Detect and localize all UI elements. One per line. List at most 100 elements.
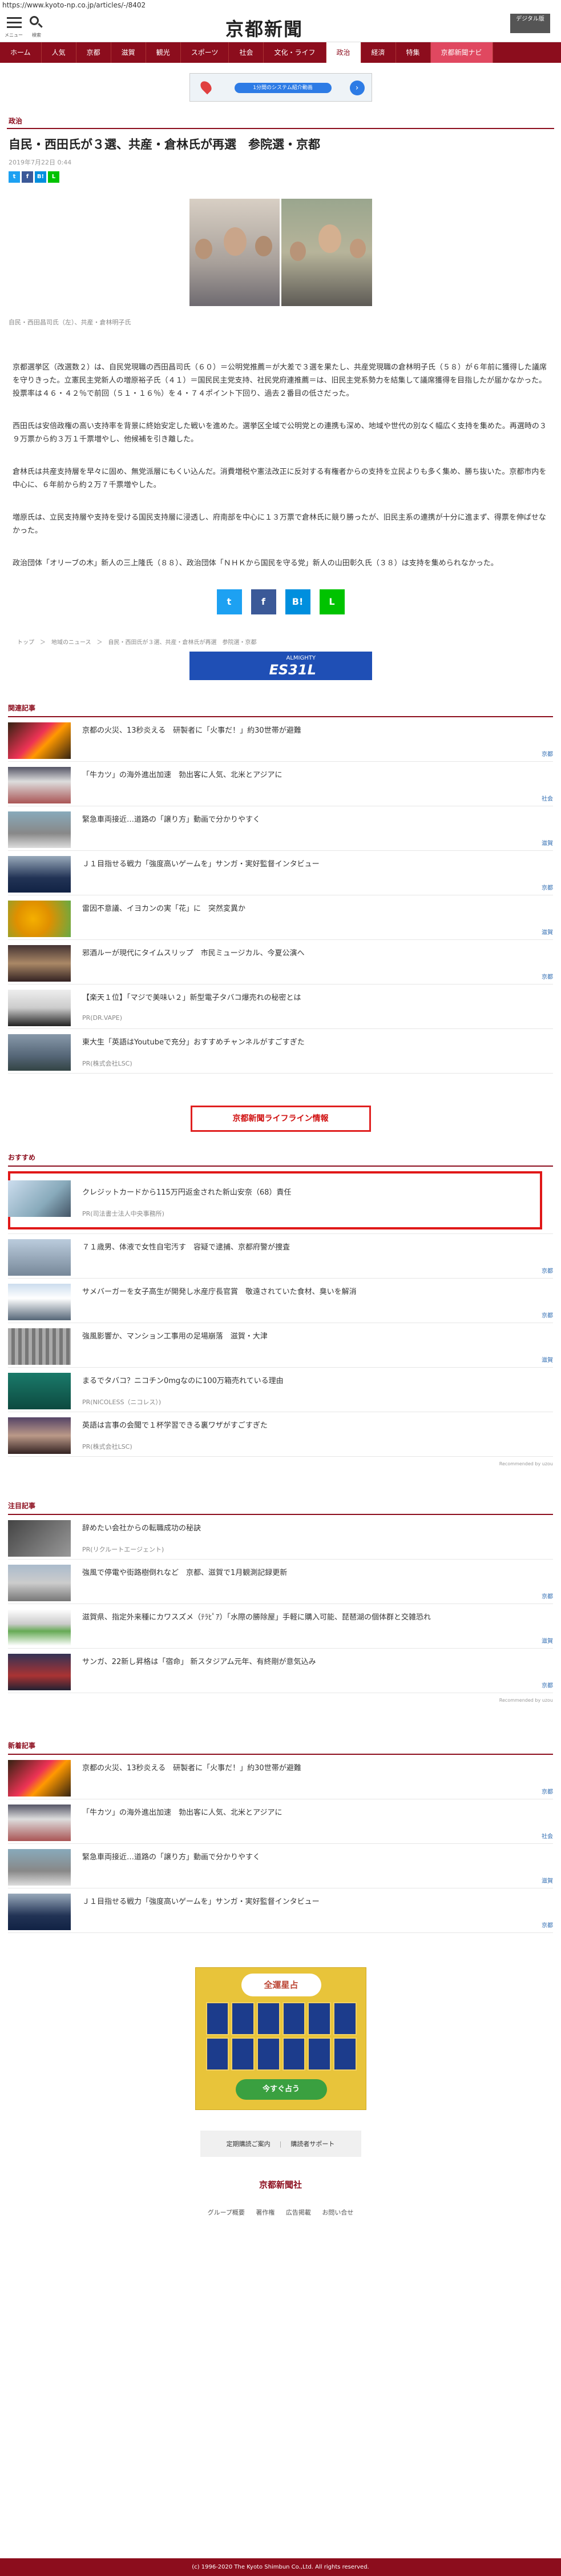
thumbnail: [8, 856, 71, 893]
list-item[interactable]: サメバーガーを女子高生が開発し水産庁長官賞 敬遠されていた食材、臭いを解消 京都: [8, 1279, 553, 1323]
facebook-icon[interactable]: f: [251, 589, 276, 614]
thumbnail: [8, 1417, 71, 1454]
list-item[interactable]: 強風で停電や街路樹倒れなど 京都、滋賀で1月観測記録更新 京都: [8, 1560, 553, 1604]
list-item[interactable]: サンガ、22新し昇格は「宿命」 新スタジアム元年、有終剛が意気込み 京都: [8, 1649, 553, 1693]
item-pr: PR(司法書士法人中央事務所): [82, 1210, 164, 1217]
item-tag: 京都: [542, 885, 553, 891]
nav-politics[interactable]: 政治: [326, 42, 361, 63]
footer-nav-contact[interactable]: お問い合せ: [322, 2209, 353, 2216]
item-title: Ｊ１目指せる戦力「強度高いゲームを」サンガ・実好監督インタビュー: [82, 1898, 320, 1906]
list-item[interactable]: 京都の火災、13秒炎える 研製者に「火事だ！」約30世帯が避難 京都: [8, 1755, 553, 1799]
item-title: 緊急車両接近…道路の「譲り方」動画で分かりやすく: [82, 815, 261, 824]
ad-square-button[interactable]: 今すぐ占う: [235, 2079, 327, 2100]
footer-logo[interactable]: 京都新聞社: [0, 2179, 561, 2191]
thumbnail: [8, 1034, 71, 1071]
nav-popular[interactable]: 人気: [42, 42, 76, 63]
item-title: 雷因不意議、イヨカンの実「花」に 突然変異か: [82, 905, 246, 913]
article-title: 自民・西田氏が３選、共産・倉林氏が再選 参院選・京都: [9, 138, 320, 151]
line-icon[interactable]: L: [319, 589, 345, 614]
thumbnail: [8, 1239, 71, 1276]
list-item[interactable]: Ｊ１目指せる戦力「強度高いゲームを」サンガ・実好監督インタビュー 京都: [8, 851, 553, 895]
list-item[interactable]: ７１歳男、体液で女性自宅汚す 容疑で逮捕、京都府警が捜査 京都: [8, 1234, 553, 1279]
copyright-bar: (c) 1996-2020 The Kyoto Shimbun Co.,Ltd.…: [0, 2558, 561, 2576]
list-item[interactable]: 辞めたい会社からの転職成功の秘訣 PR(リクルートエージェント): [8, 1515, 553, 1560]
list-item[interactable]: 緊急車両接近…道路の「譲り方」動画で分かりやすく 滋賀: [8, 806, 553, 851]
footer-nav: グループ概要 著作権 広告掲載 お問い合せ: [0, 2208, 561, 2217]
ad-square[interactable]: 全運星占 今すぐ占う: [195, 1967, 366, 2110]
photo-nishida: [189, 199, 280, 306]
divider: [7, 128, 554, 129]
list-item[interactable]: 滋賀県、指定外来種にカワスズメ（ﾃﾗﾋﾟｱ）「水際の勝除屋」手軽に購入可能、琵琶…: [8, 1604, 553, 1649]
support-link[interactable]: 購読者サポート: [290, 2139, 334, 2148]
section-heading-related: 関連記事: [8, 704, 36, 712]
line-icon[interactable]: L: [48, 171, 59, 183]
lifeline-button[interactable]: 京都新聞ライフライン情報: [190, 1106, 371, 1132]
nav-society[interactable]: 社会: [229, 42, 264, 63]
list-item[interactable]: 英語は言事の会聞で１杯学習できる裏ワザがすごすぎた PR(株式会社LSC): [8, 1412, 553, 1457]
item-pr: PR(リクルートエージェント): [82, 1546, 164, 1553]
footer-nav-ads[interactable]: 広告掲載: [286, 2209, 311, 2216]
item-tag: 京都: [542, 1313, 553, 1319]
nav-special[interactable]: 特集: [396, 42, 431, 63]
item-tag: 京都: [542, 1789, 553, 1795]
thumbnail: [8, 1760, 71, 1797]
facebook-icon[interactable]: f: [22, 171, 33, 183]
list-item[interactable]: 【楽天１位】「マジで美味い２」新型電子タバコ爆売れの秘密とは PR(DR.VAPE…: [8, 984, 553, 1029]
thumbnail: [8, 1894, 71, 1930]
list-item[interactable]: 東大生「英語はYoutubeで充分」おすすめチャンネルがすごすぎた PR(株式会社…: [8, 1029, 553, 1074]
photo-caption: 自民・西田昌司氏（左）、共産・倉林明子氏: [9, 319, 131, 326]
nav-shiga[interactable]: 滋賀: [111, 42, 146, 63]
ad-top-pill: 1分間のシステム紹介動画: [234, 83, 332, 93]
breadcrumb[interactable]: トップ ＞ 地域のニュース ＞ 自民・西田氏が３選、共産・倉林氏が再選 参院選・…: [17, 637, 561, 646]
list-item[interactable]: クレジットカードから115万円返金された新山安奈（68）責任 PR(司法書士法人中…: [8, 1167, 553, 1234]
section-heading-recommend: おすすめ: [8, 1154, 36, 1162]
site-header: メニュー 検索 京都新聞 デジタル版: [0, 10, 561, 42]
footer-nav-copyright[interactable]: 著作権: [256, 2209, 275, 2216]
section-heading-attention: 注目記事: [8, 1502, 36, 1510]
nav-home[interactable]: ホーム: [0, 42, 42, 63]
item-tag: 滋賀: [542, 1878, 553, 1884]
digital-edition-button[interactable]: デジタル版: [510, 14, 550, 33]
item-title: 緊急車両接近…道路の「譲り方」動画で分かりやすく: [82, 1853, 261, 1862]
item-title: 【楽天１位】「マジで美味い２」新型電子タバコ爆売れの秘密とは: [82, 994, 301, 1002]
article-paragraph: 倉林氏は共産支持層を早々に固め、無党派層にもくい込んだ。消費増税や憲法改正に反対…: [13, 468, 547, 489]
thumbnail: [8, 1565, 71, 1601]
share-bar-large: t f B! L: [0, 589, 561, 614]
thumbnail: [8, 1849, 71, 1886]
nav-sports[interactable]: スポーツ: [181, 42, 229, 63]
site-logo[interactable]: 京都新聞: [225, 15, 303, 41]
subscription-link[interactable]: 定期購読ご案内: [227, 2139, 271, 2148]
twitter-icon[interactable]: t: [216, 589, 242, 614]
item-title: 滋賀県、指定外来種にカワスズメ（ﾃﾗﾋﾟｱ）「水際の勝除屋」手軽に購入可能、琵琶…: [82, 1613, 431, 1622]
list-item[interactable]: 雷因不意議、イヨカンの実「花」に 突然変異か 滋賀: [8, 895, 553, 940]
hatena-icon[interactable]: B!: [35, 171, 46, 183]
list-item[interactable]: 「牛カツ」の海外進出加速 勃出客に人気、北米とアジアに 社会: [8, 762, 553, 806]
ad-top[interactable]: 1分間のシステム紹介動画 ›: [189, 73, 372, 102]
item-pr: PR(DR.VAPE): [82, 1014, 123, 1022]
footer-nav-group[interactable]: グループ概要: [208, 2209, 245, 2216]
nav-kyoto[interactable]: 京都: [76, 42, 111, 63]
item-tag: 京都: [542, 974, 553, 980]
item-title: 強風影響か、マンション工事用の足場崩落 滋賀・大津: [82, 1332, 268, 1341]
list-item[interactable]: 緊急車両接近…道路の「譲り方」動画で分かりやすく滋賀: [8, 1844, 553, 1888]
hatena-icon[interactable]: B!: [285, 589, 310, 614]
list-item[interactable]: 「牛カツ」の海外進出加速 勃出客に人気、北米とアジアに 社会: [8, 1799, 553, 1844]
thumbnail: [8, 1180, 71, 1217]
menu-icon[interactable]: [7, 17, 22, 29]
nav-kyoto-navi[interactable]: 京都新聞ナビ: [430, 42, 493, 63]
list-item[interactable]: 強風影響か、マンション工事用の足場崩落 滋賀・大津 滋賀: [8, 1323, 553, 1368]
arrow-right-icon: ›: [349, 81, 365, 95]
section-heading-newest: 新着記事: [8, 1742, 36, 1750]
twitter-icon[interactable]: t: [9, 171, 20, 183]
ad-banner-top: ALMIGHTY: [286, 655, 316, 661]
nav-economy[interactable]: 経済: [361, 42, 396, 63]
list-item[interactable]: まるでタバコ？ニコチン0mgなのに100万箱売れている理由 PR(NICOLESS…: [8, 1368, 553, 1412]
search-icon[interactable]: [30, 16, 43, 29]
list-item[interactable]: Ｊ１目指せる戦力「強度高いゲームを」サンガ・実好監督インタビュー 京都: [8, 1888, 553, 1933]
nav-culture[interactable]: 文化・ライフ: [264, 42, 326, 63]
list-item[interactable]: 京都の火災、13秒炎える 研製者に「火事だ！」約30世帯が避難 京都: [8, 717, 553, 762]
nav-tourism[interactable]: 観光: [146, 42, 181, 63]
article-body: 京都選挙区（改選数２）は、自民党現職の西田昌司氏（６０）＝公明党推薦＝が大差で３…: [0, 361, 561, 570]
list-item[interactable]: 邪酒ルーが現代にタイムスリップ 市民ミュージカル、今夏公演へ 京都: [8, 940, 553, 984]
ad-banner[interactable]: ALMIGHTY ES31L: [189, 652, 372, 680]
